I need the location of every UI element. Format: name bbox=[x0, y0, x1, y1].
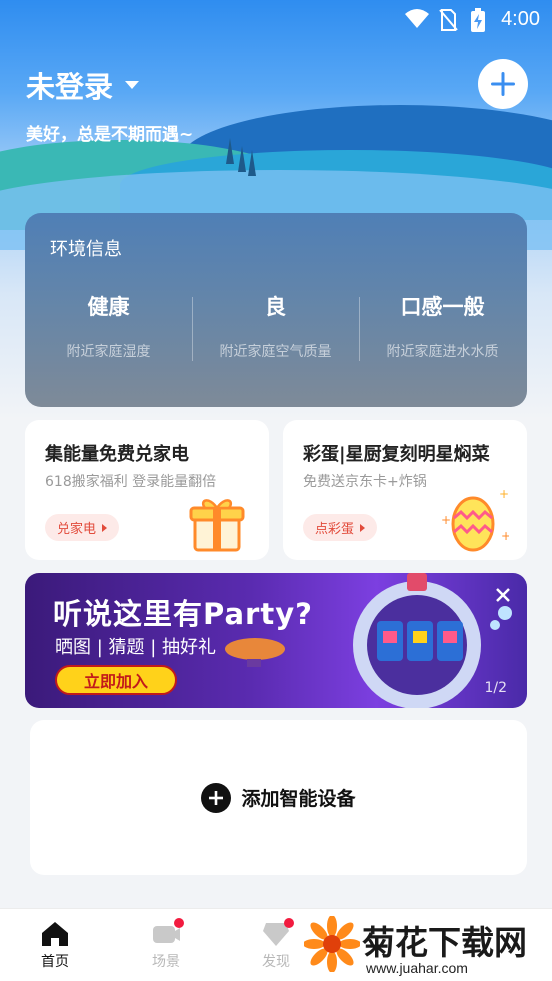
promo-card-easter-egg[interactable]: 彩蛋|星厨复刻明星焖菜 免费送京东卡+炸锅 点彩蛋 + + + bbox=[283, 420, 527, 560]
promo-card-energy[interactable]: 集能量免费兑家电 618搬家福利 登录能量翻倍 兑家电 bbox=[25, 420, 269, 560]
tree-icon bbox=[226, 138, 234, 164]
flower-logo-icon bbox=[304, 916, 360, 972]
wifi-icon bbox=[404, 8, 430, 34]
watermark-name: 菊花下载网 bbox=[362, 924, 527, 961]
tab-label: 发现 bbox=[262, 954, 290, 970]
tab-discover[interactable]: 发现 bbox=[246, 918, 306, 971]
environment-label: 附近家庭空气质量 bbox=[219, 344, 332, 360]
tab-label: 首页 bbox=[41, 954, 69, 970]
svg-text:+: + bbox=[441, 513, 451, 527]
environment-item-water: 口感一般 附近家庭进水水质 bbox=[359, 291, 526, 361]
status-time: 4:00 bbox=[501, 8, 540, 30]
add-device-label: 添加智能设备 bbox=[241, 788, 356, 810]
caret-down-icon bbox=[125, 81, 140, 89]
party-banner[interactable]: 听说这里有Party? 晒图 | 猜题 | 抽好礼 立即加入 1/2 bbox=[25, 573, 527, 708]
scene-icon bbox=[152, 918, 184, 947]
environment-item-humidity: 健康 附近家庭湿度 bbox=[25, 291, 192, 361]
gift-box-icon bbox=[189, 499, 245, 552]
no-sim-icon bbox=[438, 8, 458, 36]
tree-icon bbox=[248, 150, 256, 176]
button-label: 兑家电 bbox=[57, 522, 97, 537]
tab-label: 场景 bbox=[152, 954, 180, 970]
easter-egg-icon: + + + bbox=[441, 487, 509, 552]
banner-page-indicator: 1/2 bbox=[484, 680, 507, 696]
home-icon bbox=[41, 921, 69, 947]
environment-value: 口感一般 bbox=[400, 295, 485, 319]
environment-label: 附近家庭湿度 bbox=[66, 344, 151, 360]
page-subtitle: 美好，总是不期而遇~ bbox=[26, 125, 194, 145]
tree-icon bbox=[238, 146, 246, 172]
close-icon[interactable] bbox=[495, 587, 511, 603]
arrow-right-icon bbox=[360, 523, 366, 532]
promo-title: 彩蛋|星厨复刻明星焖菜 bbox=[303, 444, 490, 465]
tab-scene[interactable]: 场景 bbox=[136, 918, 196, 971]
join-now-button[interactable]: 立即加入 bbox=[55, 665, 177, 695]
page-title: 未登录 bbox=[26, 70, 114, 104]
environment-item-air: 良 附近家庭空气质量 bbox=[192, 291, 359, 361]
environment-title: 环境信息 bbox=[50, 239, 122, 260]
plus-circle-icon bbox=[201, 782, 232, 813]
tab-home[interactable]: 首页 bbox=[25, 921, 85, 971]
status-bar: 4:00 bbox=[0, 0, 552, 40]
discover-icon bbox=[262, 918, 294, 947]
banner-title: 听说这里有Party? bbox=[53, 597, 313, 631]
arrow-right-icon bbox=[102, 523, 108, 532]
environment-value: 良 bbox=[265, 295, 286, 319]
promo-subtitle: 免费送京东卡+炸锅 bbox=[303, 474, 427, 490]
watermark-url: www.juahar.com bbox=[366, 960, 468, 976]
watermark: 菊花下载网 www.juahar.com bbox=[300, 912, 552, 981]
promo-subtitle: 618搬家福利 登录能量翻倍 bbox=[45, 474, 217, 490]
account-selector[interactable]: 未登录 bbox=[26, 64, 140, 106]
add-button[interactable] bbox=[478, 59, 528, 109]
button-label: 点彩蛋 bbox=[315, 522, 355, 537]
svg-text:+: + bbox=[499, 487, 509, 501]
battery-charging-icon bbox=[470, 8, 486, 36]
environment-card[interactable]: 环境信息 健康 附近家庭湿度 良 附近家庭空气质量 口感一般 附近家庭进水水质 bbox=[25, 213, 527, 407]
promo-title: 集能量免费兑家电 bbox=[45, 444, 189, 465]
banner-subtitle: 晒图 | 猜题 | 抽好礼 bbox=[55, 637, 217, 658]
notification-badge bbox=[174, 918, 184, 928]
blimp-illustration bbox=[225, 638, 285, 667]
redeem-appliance-button[interactable]: 兑家电 bbox=[45, 514, 120, 541]
environment-label: 附近家庭进水水质 bbox=[386, 344, 499, 360]
easter-egg-button[interactable]: 点彩蛋 bbox=[303, 514, 378, 541]
plus-icon bbox=[491, 72, 515, 96]
svg-text:+: + bbox=[501, 529, 509, 543]
add-device-button[interactable]: 添加智能设备 bbox=[201, 782, 356, 813]
environment-value: 健康 bbox=[87, 295, 130, 319]
notification-badge bbox=[284, 918, 294, 928]
add-device-card[interactable]: 添加智能设备 bbox=[30, 720, 527, 875]
